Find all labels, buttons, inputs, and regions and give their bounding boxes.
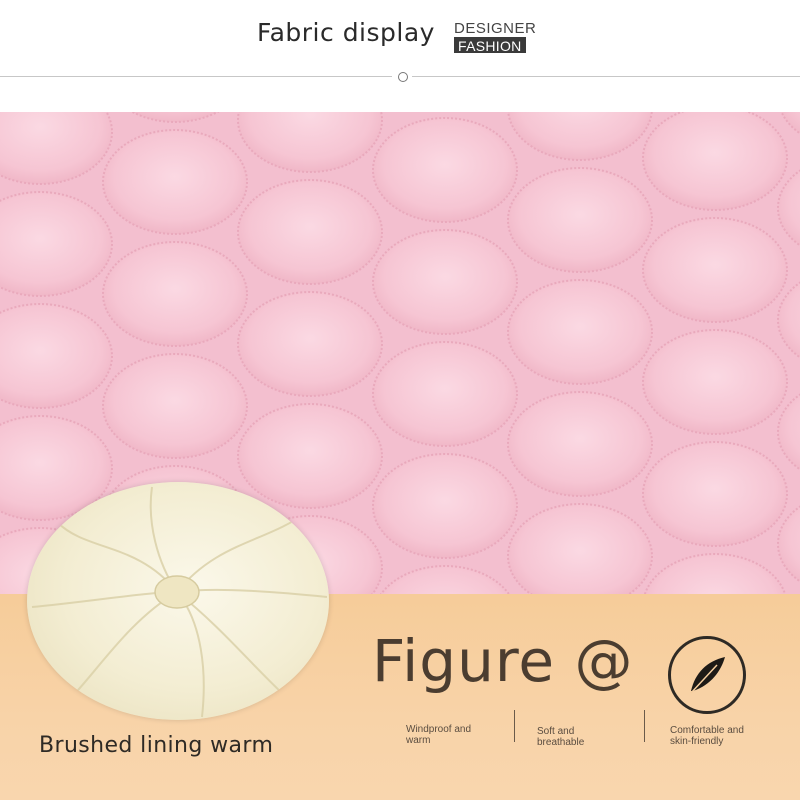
header: Fabric display DESIGNER FASHION	[0, 0, 800, 112]
feature-windproof-line2: warm	[406, 735, 431, 746]
fabric-puff	[372, 453, 518, 559]
brushed-lining-image	[27, 482, 329, 720]
figure-label: Figure @	[372, 627, 634, 695]
lining-label: Brushed lining warm	[39, 733, 274, 758]
feature-comfortable-line1: Comfortable and	[670, 725, 744, 736]
fabric-puff	[237, 291, 383, 397]
fabric-puff	[237, 403, 383, 509]
feature-soft-line2: breathable	[537, 737, 585, 748]
fabric-puff	[102, 353, 248, 459]
fabric-puff	[372, 117, 518, 223]
fabric-puff	[507, 167, 653, 273]
feature-separator	[514, 710, 515, 742]
header-divider-left	[0, 76, 392, 77]
feature-comfortable: Comfortable and skin-friendly	[670, 725, 744, 747]
fabric-puff	[507, 279, 653, 385]
header-title: Fabric display	[257, 18, 435, 47]
feature-separator	[644, 710, 645, 742]
fabric-puff	[372, 229, 518, 335]
fabric-puff	[372, 341, 518, 447]
header-divider-dot	[398, 72, 408, 82]
fabric-puff	[642, 217, 788, 323]
feature-windproof: Windproof and warm	[406, 724, 471, 746]
fabric-puff	[237, 179, 383, 285]
fabric-puff	[102, 129, 248, 235]
feature-comfortable-line2: skin-friendly	[670, 736, 724, 747]
fashion-tag: FASHION	[454, 37, 526, 54]
fabric-puff	[102, 241, 248, 347]
fabric-puff	[642, 441, 788, 547]
feather-icon	[668, 636, 746, 714]
designer-tag: DESIGNER	[454, 20, 537, 37]
lining-swirl	[31, 486, 328, 718]
feather-glyph	[690, 657, 725, 694]
header-divider-right	[412, 76, 800, 77]
fabric-puff	[507, 391, 653, 497]
feature-windproof-line1: Windproof and	[406, 724, 472, 735]
fabric-puff	[642, 329, 788, 435]
feature-soft-line1: Soft and	[537, 726, 575, 737]
feature-soft: Soft and breathable	[537, 726, 584, 748]
